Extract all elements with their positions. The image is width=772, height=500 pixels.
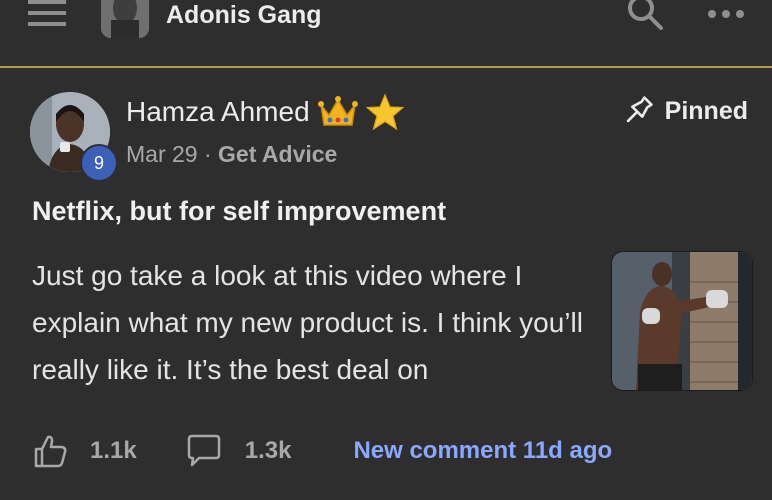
pin-icon [626,96,653,123]
thumbs-up-icon[interactable] [32,433,68,469]
top-bar: Adonis Gang [0,0,772,68]
group-avatar[interactable] [101,0,149,38]
post-meta: Mar 29 · Get Advice [126,139,337,169]
crown-icon [317,96,358,126]
menu-icon[interactable] [28,0,66,28]
pinned-indicator: Pinned [621,94,748,128]
post-date: Mar 29 [126,141,198,167]
like-action[interactable]: 1.1k [32,433,137,469]
author-avatar-wrap[interactable]: 9 [30,92,118,182]
comment-count: 1.3k [244,437,292,464]
group-name[interactable]: Adonis Gang [166,0,322,30]
post-category[interactable]: Get Advice [218,141,337,167]
meta-separator: · [203,141,212,167]
post-thumbnail[interactable] [611,251,753,391]
comment-action[interactable]: 1.3k [185,433,292,469]
pinned-label: Pinned [664,96,748,125]
post-title[interactable]: Netflix, but for self improvement [32,194,446,228]
star-icon [365,94,404,130]
post-card[interactable]: 9 Hamza Ahmed Mar 29 · Get Advice Pinned [0,68,772,500]
more-icon[interactable] [706,4,746,24]
comment-icon[interactable] [185,433,223,469]
author-row: Hamza Ahmed [126,94,404,130]
post-actions: 1.1k 1.3k New comment 11d ago [32,431,612,471]
post-body[interactable]: Just go take a look at this video where … [32,252,600,393]
search-icon[interactable] [625,0,665,32]
author-name[interactable]: Hamza Ahmed [126,95,310,129]
like-count: 1.1k [90,437,137,464]
level-badge: 9 [80,144,118,182]
new-comment-link[interactable]: New comment 11d ago [353,437,612,465]
